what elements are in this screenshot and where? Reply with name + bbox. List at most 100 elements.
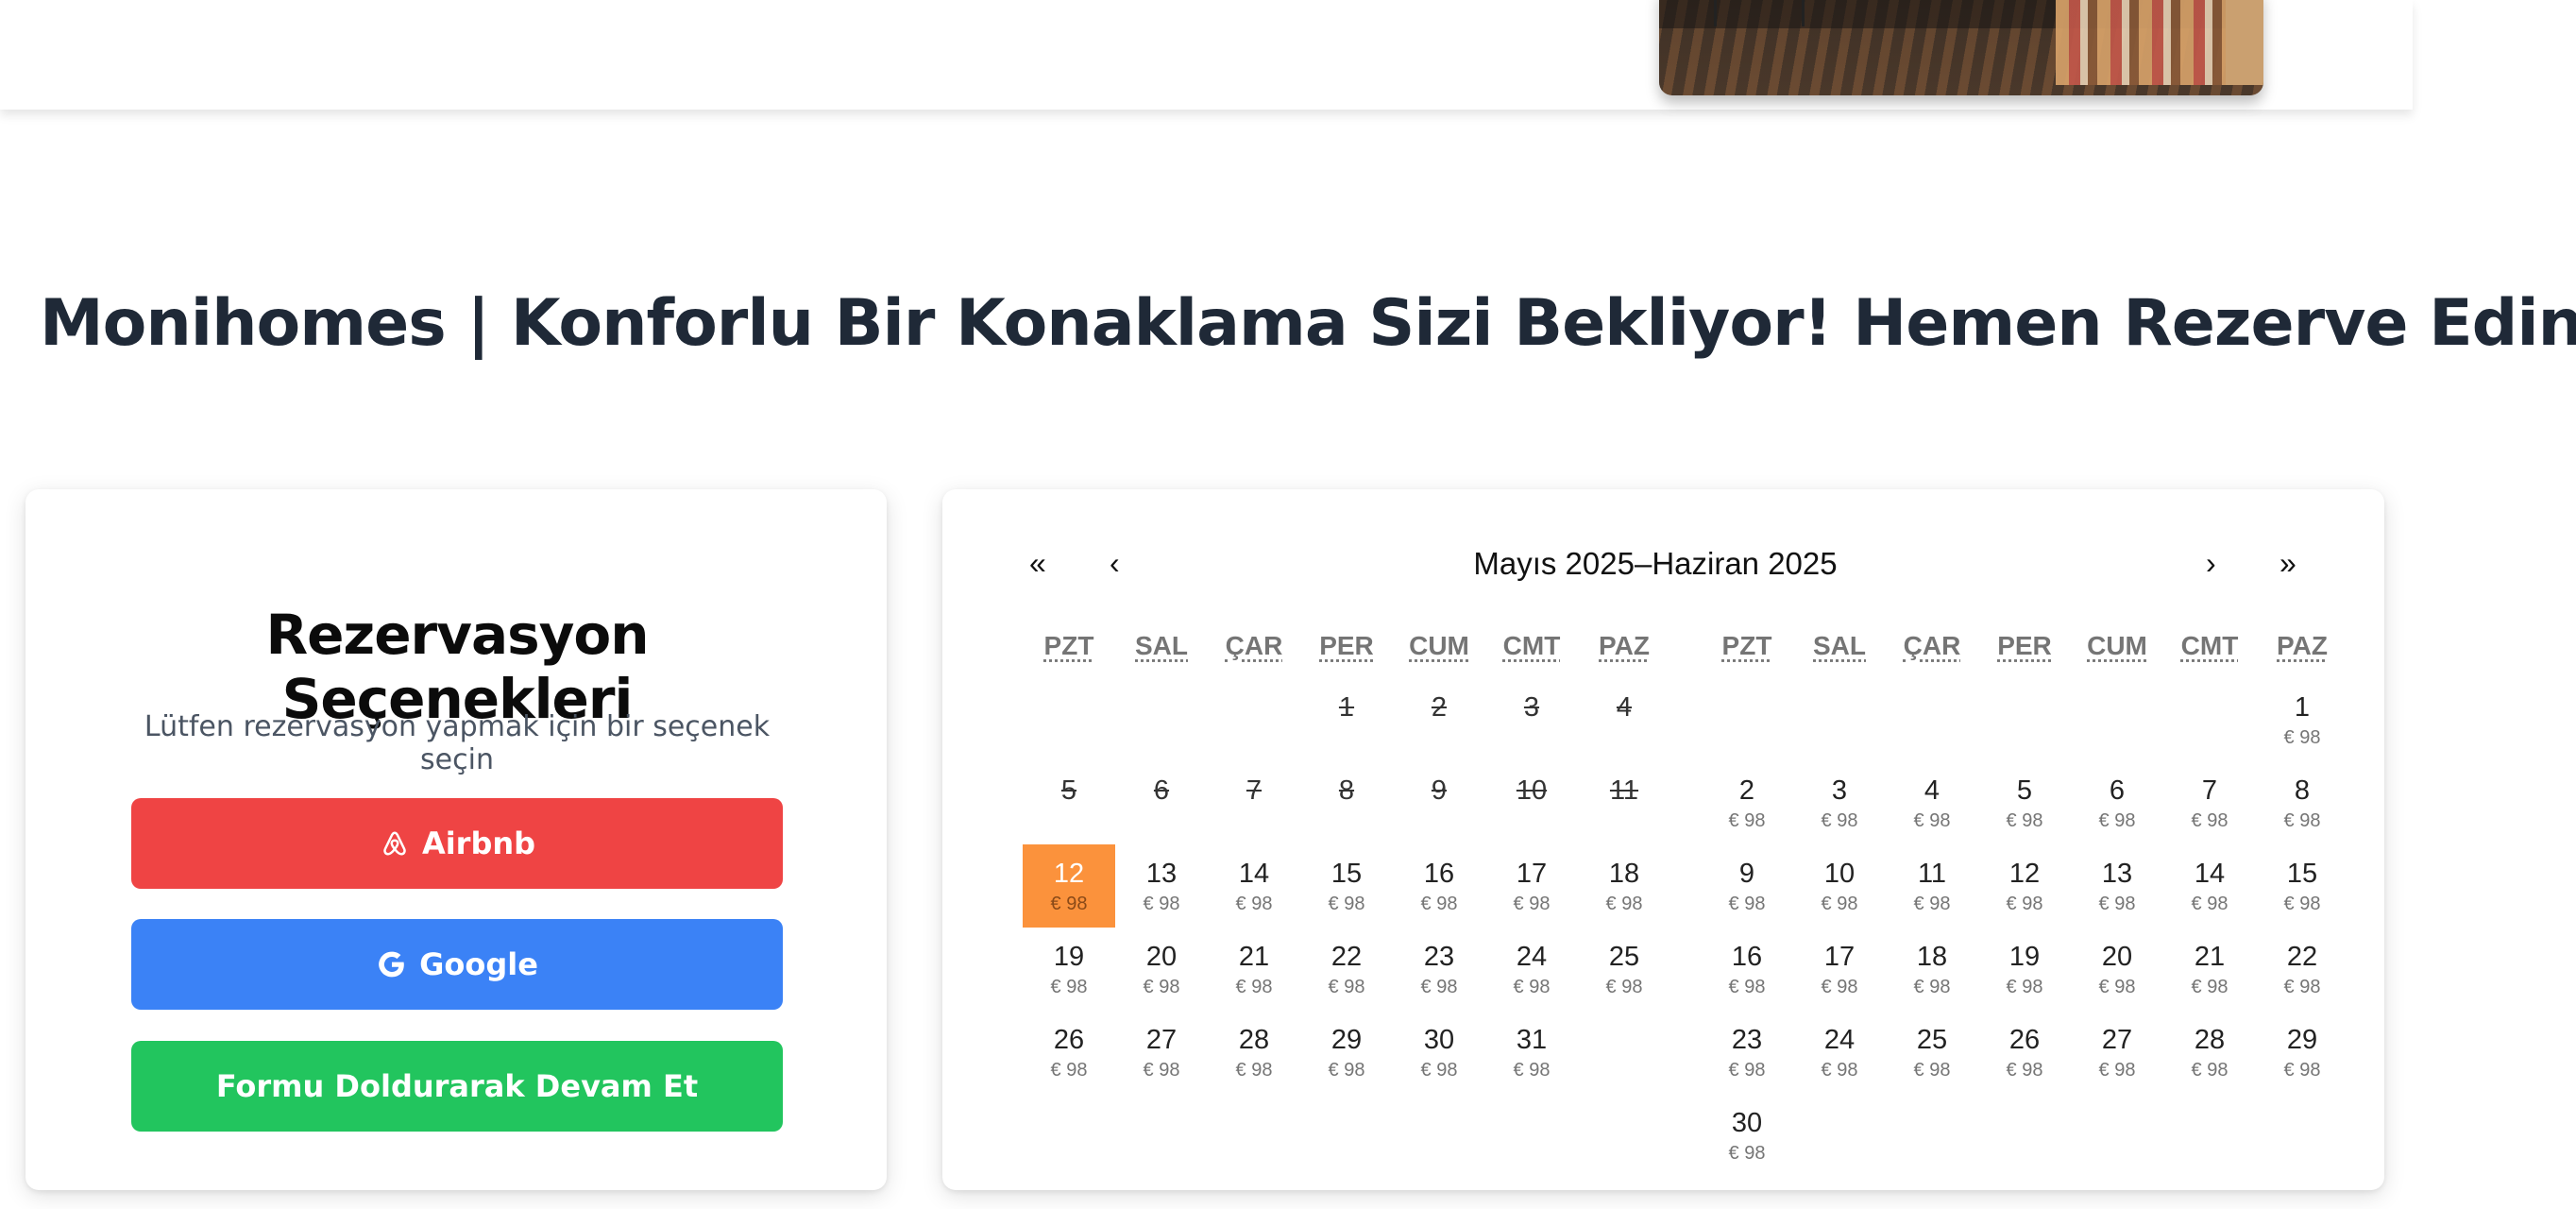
calendar-day[interactable]: 15 € 98 <box>2256 844 2348 928</box>
calendar-day-number: 22 <box>1330 942 1363 972</box>
calendar-day[interactable]: 24 € 98 <box>1485 928 1578 1011</box>
calendar-day[interactable]: 11 € 98 <box>1886 844 1978 928</box>
calendar-day[interactable]: 17 € 98 <box>1485 844 1578 928</box>
calendar-day-price: € 98 <box>1821 977 1858 997</box>
calendar-day-number: 24 <box>1516 942 1548 972</box>
calendar-day[interactable]: 3 € 98 <box>1793 761 1886 844</box>
weekday-label: ÇAR <box>1903 631 1961 660</box>
calendar-day[interactable]: 22 € 98 <box>2256 928 2348 1011</box>
calendar-day[interactable]: 12 € 98 <box>1978 844 2071 928</box>
calendar-day[interactable]: 13 € 98 <box>2071 844 2163 928</box>
calendar-day[interactable]: 15 € 98 <box>1300 844 1393 928</box>
calendar-day[interactable]: 9 € 98 <box>1701 844 1793 928</box>
calendar-day-selected[interactable]: 12 € 98 <box>1023 844 1115 928</box>
calendar-day-number: 8 <box>2294 775 2311 806</box>
calendar-day[interactable]: 21 € 98 <box>1208 928 1300 1011</box>
calendar-day[interactable]: 16 € 98 <box>1701 928 1793 1011</box>
calendar-day: 11 <box>1578 761 1670 844</box>
weekday-label: PER <box>1319 631 1374 660</box>
calendar-day[interactable]: 24 € 98 <box>1793 1011 1886 1094</box>
calendar-day-number: 29 <box>1330 1025 1363 1055</box>
calendar-day: 8 <box>1300 761 1393 844</box>
calendar-day[interactable]: 19 € 98 <box>1023 928 1115 1011</box>
calendar-day[interactable]: 18 € 98 <box>1578 844 1670 928</box>
calendar-week-row: 9 € 98 10 € 98 11 € 98 12 € 98 13 € 98 14 € 98 15 € 9… <box>1701 844 2348 928</box>
calendar-day-price: € 98 <box>1420 977 1458 997</box>
calendar-week-row: 2 € 98 3 € 98 4 € 98 5 € 98 6 € 98 7 € 98 8 € 98 <box>1701 761 2348 844</box>
calendar-day-price: € 98 <box>1728 1060 1766 1081</box>
calendar-day[interactable]: 26 € 98 <box>1978 1011 2071 1094</box>
calendar-day[interactable]: 5 € 98 <box>1978 761 2071 844</box>
calendar-day-price: € 98 <box>2098 977 2136 997</box>
calendar-day-number: 13 <box>1145 859 1178 889</box>
calendar-day[interactable]: 23 € 98 <box>1393 928 1485 1011</box>
calendar-day-number: 4 <box>1616 692 1633 723</box>
calendar-day[interactable]: 10 € 98 <box>1793 844 1886 928</box>
calendar-day[interactable]: 14 € 98 <box>1208 844 1300 928</box>
calendar-day-number: 4 <box>1924 775 1940 806</box>
prev-month-button[interactable]: ‹ <box>1110 546 1120 581</box>
month-grid: 1 2 3 4 5 6 7 8 9 10 11 12 € 98 13 € 98 14 € 98 15 € 98 16 €… <box>1023 678 1670 1094</box>
form-continue-button[interactable]: Formu Doldurarak Devam Et <box>131 1041 783 1132</box>
calendar-day[interactable]: 30 € 98 <box>1393 1011 1485 1094</box>
calendar-day[interactable]: 13 € 98 <box>1115 844 1208 928</box>
calendar-day-price: € 98 <box>2191 977 2229 997</box>
calendar-day[interactable]: 14 € 98 <box>2163 844 2256 928</box>
calendar-day[interactable]: 27 € 98 <box>1115 1011 1208 1094</box>
calendar-week-row: 23 € 98 24 € 98 25 € 98 26 € 98 27 € 98 28 € 98 29 € … <box>1701 1011 2348 1094</box>
calendar-day[interactable]: 1 € 98 <box>2256 678 2348 761</box>
calendar-day[interactable]: 17 € 98 <box>1793 928 1886 1011</box>
calendar-day[interactable]: 28 € 98 <box>2163 1011 2256 1094</box>
calendar-day[interactable]: 8 € 98 <box>2256 761 2348 844</box>
calendar-day[interactable]: 31 € 98 <box>1485 1011 1578 1094</box>
calendar-day-price: € 98 <box>2098 1060 2136 1081</box>
calendar-day-number: 9 <box>1431 775 1448 806</box>
calendar-day[interactable]: 7 € 98 <box>2163 761 2256 844</box>
calendar-day[interactable]: 6 € 98 <box>2071 761 2163 844</box>
weekday-header-row: PZT SAL ÇAR PER CUM CMT PAZ <box>1701 629 2348 678</box>
calendar-day-price: € 98 <box>1143 894 1180 914</box>
calendar-day-number: 10 <box>1516 775 1548 806</box>
calendar-day-price: € 98 <box>2283 894 2321 914</box>
calendar-day-number: 22 <box>2286 942 2318 972</box>
calendar-day[interactable]: 26 € 98 <box>1023 1011 1115 1094</box>
calendar-day[interactable]: 29 € 98 <box>2256 1011 2348 1094</box>
calendar-day[interactable]: 4 € 98 <box>1886 761 1978 844</box>
calendar-day[interactable]: 25 € 98 <box>1886 1011 1978 1094</box>
calendar-day[interactable]: 23 € 98 <box>1701 1011 1793 1094</box>
calendar-day[interactable]: 22 € 98 <box>1300 928 1393 1011</box>
weekday-label: CUM <box>1409 631 1469 660</box>
calendar-day-price: € 98 <box>2191 1060 2229 1081</box>
calendar-day[interactable]: 21 € 98 <box>2163 928 2256 1011</box>
calendar-day[interactable]: 20 € 98 <box>1115 928 1208 1011</box>
calendar-day[interactable]: 19 € 98 <box>1978 928 2071 1011</box>
next-month-button[interactable]: › <box>2206 546 2216 581</box>
calendar-day-price: € 98 <box>2006 977 2043 997</box>
calendar-day-number: 10 <box>1823 859 1856 889</box>
calendar-day-number: 12 <box>2008 859 2041 889</box>
calendar-day-price: € 98 <box>1328 977 1365 997</box>
calendar-day[interactable]: 2 € 98 <box>1701 761 1793 844</box>
calendar-day-number: 31 <box>1516 1025 1548 1055</box>
photo-chairs <box>2056 0 2235 85</box>
calendar-day-number: 5 <box>1060 775 1077 806</box>
calendar-week-row: 5 6 7 8 9 10 11 <box>1023 761 1670 844</box>
next-year-button[interactable]: » <box>2279 546 2296 581</box>
calendar-day[interactable]: 16 € 98 <box>1393 844 1485 928</box>
calendar-day-number: 1 <box>2294 692 2311 723</box>
calendar-day[interactable]: 25 € 98 <box>1578 928 1670 1011</box>
calendar-day-number: 27 <box>2101 1025 2133 1055</box>
calendar-day[interactable]: 29 € 98 <box>1300 1011 1393 1094</box>
calendar-day: 5 <box>1023 761 1115 844</box>
calendar-day-price: € 98 <box>2006 1060 2043 1081</box>
calendar-day[interactable]: 30 € 98 <box>1701 1094 1793 1177</box>
calendar-day[interactable]: 20 € 98 <box>2071 928 2163 1011</box>
calendar-day-price: € 98 <box>1913 810 1951 831</box>
calendar-day[interactable]: 28 € 98 <box>1208 1011 1300 1094</box>
calendar-day[interactable]: 18 € 98 <box>1886 928 1978 1011</box>
prev-year-button[interactable]: « <box>1029 546 1046 581</box>
google-button[interactable]: Google <box>131 919 783 1010</box>
airbnb-button[interactable]: Airbnb <box>131 798 783 889</box>
photo-chairs-edge <box>2226 0 2263 85</box>
calendar-day[interactable]: 27 € 98 <box>2071 1011 2163 1094</box>
